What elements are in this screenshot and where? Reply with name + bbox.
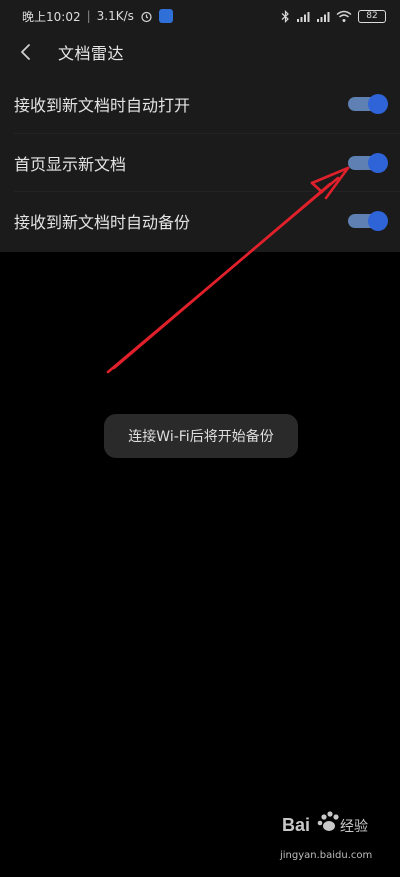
baidu-jingyan-watermark: Bai 经验 jingyan.baidu.com (280, 803, 372, 861)
setting-label: 首页显示新文档 (14, 155, 127, 174)
setting-label: 接收到新文档时自动打开 (14, 96, 191, 115)
svg-text:经验: 经验 (340, 819, 368, 835)
alarm-icon (140, 10, 153, 23)
setting-row-auto-backup[interactable]: 接收到新文档时自动备份 (0, 192, 400, 250)
svg-text:Bai: Bai (282, 815, 310, 835)
setting-row-auto-open[interactable]: 接收到新文档时自动打开 (0, 75, 400, 133)
toast-message: 连接Wi-Fi后将开始备份 (104, 414, 298, 458)
status-bar: 晚上10:02 | 3.1K/s 82 (0, 0, 400, 32)
setting-label: 接收到新文档时自动备份 (14, 213, 191, 232)
toggle-thumb (368, 211, 388, 231)
status-separator: | (86, 9, 91, 23)
settings-panel: 文档雷达 接收到新文档时自动打开 首页显示新文档 接收到新文档时自动备份 (0, 32, 400, 252)
signal-hd-icon (296, 10, 310, 23)
toggle-thumb (368, 153, 388, 173)
toast-text: 连接Wi-Fi后将开始备份 (128, 429, 274, 445)
setting-row-show-on-home[interactable]: 首页显示新文档 (0, 134, 400, 192)
page-title: 文档雷达 (58, 44, 125, 63)
header: 文档雷达 (0, 32, 400, 72)
chevron-left-icon (21, 44, 30, 60)
status-time: 晚上10:02 (22, 9, 81, 24)
watermark-url: jingyan.baidu.com (280, 850, 373, 861)
network-speed: 3.1K/s (96, 9, 134, 23)
show-on-home-toggle[interactable] (348, 153, 388, 173)
toggle-thumb (368, 94, 388, 114)
back-button[interactable] (12, 38, 40, 66)
auto-open-toggle[interactable] (348, 94, 388, 114)
bluetooth-icon (281, 9, 290, 23)
wifi-icon (336, 10, 352, 23)
battery-icon: 82 (358, 9, 386, 23)
battery-level: 82 (366, 11, 378, 21)
auto-backup-toggle[interactable] (348, 211, 388, 231)
baidu-paw-logo: Bai 经验 (282, 811, 368, 835)
signal-hd-icon (316, 10, 330, 23)
app-notification-icon (158, 9, 173, 23)
